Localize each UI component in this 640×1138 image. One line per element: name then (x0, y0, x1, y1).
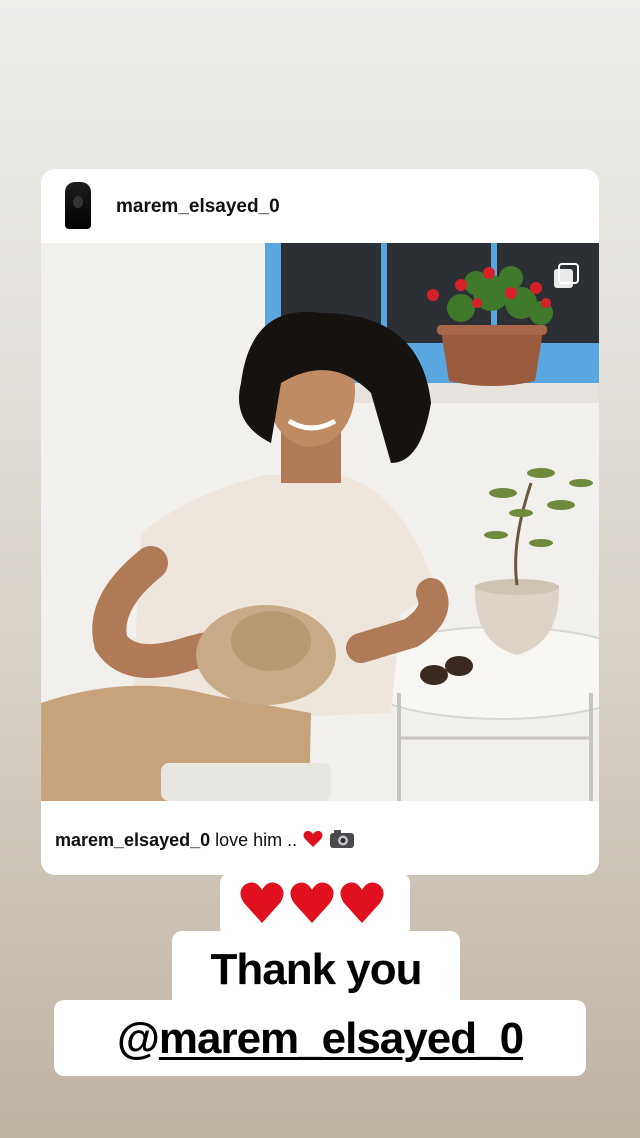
thank-you-text: Thank you (210, 945, 422, 994)
camera-emoji-icon (330, 830, 355, 848)
avatar[interactable] (65, 182, 91, 229)
hearts-row (238, 879, 388, 932)
caption-text: love him .. (210, 830, 298, 850)
shared-post-card[interactable]: marem_elsayed_0 marem_elsayed_0 love him… (41, 169, 599, 875)
post-photo-illustration (41, 243, 599, 801)
hearts-sticker[interactable] (220, 873, 410, 937)
mention-username[interactable]: marem_elsayed_0 (159, 1014, 524, 1063)
post-photo[interactable] (41, 243, 599, 801)
heart-icon (240, 882, 284, 923)
thank-you-text-sticker[interactable]: Thank you (172, 931, 460, 1007)
post-header: marem_elsayed_0 (41, 169, 599, 243)
heart-icon (290, 882, 334, 923)
mention-text[interactable]: @marem_elsayed_0 (54, 1014, 586, 1064)
multiple-photos-icon (554, 263, 579, 288)
heart-icon (340, 882, 384, 923)
caption-username[interactable]: marem_elsayed_0 (55, 830, 210, 850)
heart-emoji-icon (303, 830, 323, 847)
post-caption: marem_elsayed_0 love him .. (55, 829, 355, 851)
mention-sticker[interactable]: @marem_elsayed_0 (54, 1000, 586, 1076)
mention-at-symbol: @ (116, 1014, 160, 1063)
post-username[interactable]: marem_elsayed_0 (116, 196, 280, 218)
